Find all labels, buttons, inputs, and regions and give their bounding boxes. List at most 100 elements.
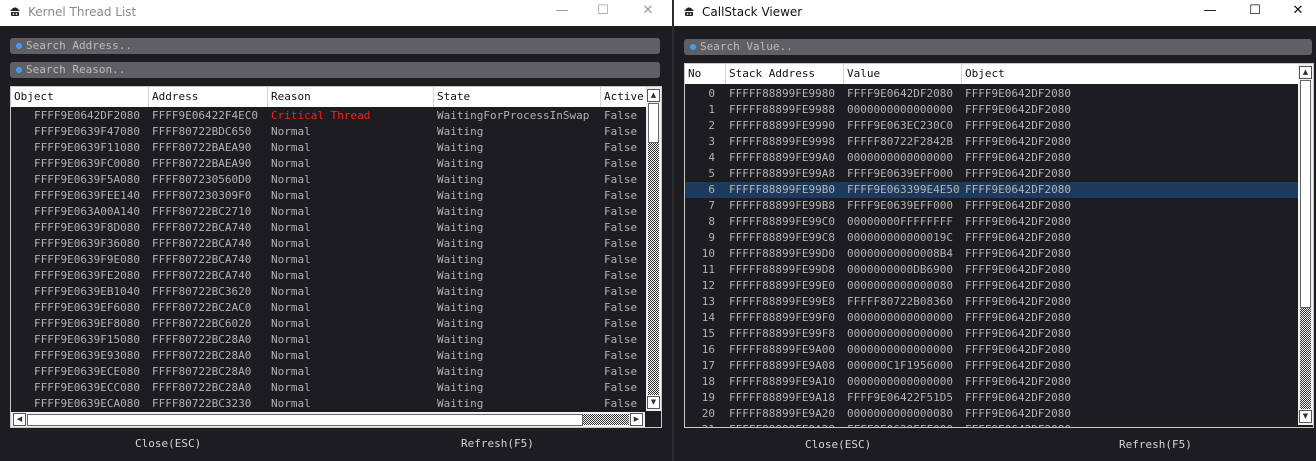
search-reason-input[interactable]: Search Reason.. [10,62,660,78]
scroll-track[interactable] [1300,308,1311,409]
table-row[interactable]: 1 FFFFF88899FE9988 0000000000000000 FFFF9E0… [685,102,1313,118]
vertical-scrollbar[interactable]: ▲ ▼ [1298,64,1313,425]
close-window-button[interactable]: ✕ [628,0,668,24]
cell-no: 9 [708,231,715,244]
table-row[interactable]: FFFF9E0639FC0080 FFFF80722BAEA90 Normal Wai… [11,156,661,172]
cell-object: FFFF9E0639F8D080 [34,221,140,234]
table-row[interactable]: FFFF9E0639ECC080 FFFF80722BC28A0 Normal Wai… [11,380,661,396]
cell-active: False [604,141,638,154]
cell-no: 14 [701,311,715,324]
column-address[interactable]: Address [149,87,268,107]
scroll-down-icon[interactable]: ▼ [1299,410,1312,423]
cell-address: FFFF80722BC28A0 [152,333,252,346]
table-row[interactable]: 2 FFFFF88899FE9990 FFFF9E063EC230C0 FFFF9E0… [685,118,1313,134]
table-row[interactable]: FFFF9E0639F36080 FFFF80722BCA740 Normal Wai… [11,236,661,252]
table-row[interactable]: FFFF9E0642DF2080 FFFF9E06422F4EC0 Critical… [11,108,661,124]
table-row[interactable]: FFFF9E0639ECE080 FFFF80722BC28A0 Normal Wai… [11,364,661,380]
table-row[interactable]: FFFF9E0639F15080 FFFF80722BC28A0 Normal Wai… [11,332,661,348]
column-object[interactable]: Object [962,64,1262,84]
cell-stack-address: FFFFF88899FE99C8 [729,231,835,244]
table-row[interactable]: 11 FFFFF88899FE99D8 0000000000DB6900 FFFF9E… [685,262,1313,278]
cell-active: False [604,221,638,234]
table-row[interactable]: 6 FFFFF88899FE99B0 FFFF9E063399E4E50 FFFF9E… [685,182,1313,198]
scroll-thumb[interactable] [1300,80,1311,308]
column-object[interactable]: Object [11,87,149,107]
table-row[interactable]: FFFF9E0639EF6080 FFFF80722BC2AC0 Normal Wai… [11,300,661,316]
scroll-down-icon[interactable]: ▼ [647,396,660,409]
cell-reason: Normal [271,333,311,346]
close-button[interactable]: Close(ESC) [805,438,871,451]
table-row[interactable]: 20 FFFFF88899FE9A20 0000000000000080 FFFF9E… [685,406,1313,422]
table-row[interactable]: FFFF9E063A00A140 FFFF80722BC2710 Normal Wai… [11,204,661,220]
search-value-input[interactable]: Search Value.. [684,39,1312,55]
table-row[interactable]: FFFF9E0639F47080 FFFF80722BDC650 Normal Wai… [11,124,661,140]
horizontal-scrollbar[interactable]: ◀ ▶ [11,412,645,427]
maximize-button[interactable]: ☐ [1235,0,1275,24]
table-row[interactable]: 7 FFFFF88899FE99B8 FFFF9E0639EFF000 FFFF9E0… [685,198,1313,214]
scroll-track[interactable] [648,143,659,395]
scroll-up-icon[interactable]: ▲ [647,89,660,102]
table-row[interactable]: 9 FFFFF88899FE99C8 000000000000019C FFFF9E0… [685,230,1313,246]
table-row[interactable]: FFFF9E0639F9E080 FFFF80722BCA740 Normal Wai… [11,252,661,268]
table-row[interactable]: 10 FFFFF88899FE99D0 00000000000008B4 FFFF9E… [685,246,1313,262]
table-row[interactable]: 8 FFFFF88899FE99C0 00000000FFFFFFFF FFFF9E0… [685,214,1313,230]
table-row[interactable]: FFFF9E0639F5A080 FFFF807230560D0 Normal Wai… [11,172,661,188]
table-row[interactable]: FFFF9E0639F8D080 FFFF80722BCA740 Normal Wai… [11,220,661,236]
table-row[interactable]: FFFF9E0639E93080 FFFF80722BC28A0 Normal Wai… [11,348,661,364]
table-row[interactable]: 16 FFFFF88899FE9A00 0000000000000000 FFFF9E… [685,342,1313,358]
table-row[interactable]: FFFF9E0639ECA080 FFFF80722BC3230 Normal Wai… [11,396,661,412]
table-row[interactable]: 17 FFFFF88899FE9A08 000000C1F1956000 FFFF9E… [685,358,1313,374]
minimize-button[interactable]: — [1190,0,1230,24]
table-row[interactable]: FFFF9E0639EF8080 FFFF80722BC6020 Normal Wai… [11,316,661,332]
table-row[interactable]: 4 FFFFF88899FE99A0 0000000000000000 FFFF9E0… [685,150,1313,166]
table-row[interactable]: 12 FFFFF88899FE99E0 0000000000000080 FFFF9E… [685,278,1313,294]
app-icon [10,7,20,16]
table-row[interactable]: 0 FFFFF88899FE9980 FFFF9E0642DF2080 FFFF9E0… [685,86,1313,102]
minimize-button[interactable]: — [542,0,582,24]
hscroll-thumb[interactable] [27,414,583,426]
title-bar: CallStack Viewer — ☐ ✕ [674,0,1316,26]
scroll-up-icon[interactable]: ▲ [1299,66,1312,79]
table-row[interactable]: 18 FFFFF88899FE9A10 0000000000000000 FFFF9E… [685,374,1313,390]
scroll-thumb[interactable] [648,103,659,143]
cell-state: Waiting [437,253,484,266]
table-row[interactable]: FFFF9E0639EB1040 FFFF80722BC3620 Normal Wai… [11,284,661,300]
table-row[interactable]: FFFF9E0639FE2080 FFFF80722BCA740 Normal Wai… [11,268,661,284]
table-row[interactable]: 3 FFFFF88899FE9998 FFFFF80722F2842B FFFF9E0… [685,134,1313,150]
cell-state: Waiting [437,125,484,138]
hscroll-track[interactable] [583,414,629,425]
cell-object: FFFF9E0639F11080 [34,141,140,154]
column-stack-address[interactable]: Stack Address [726,64,844,84]
cell-object: FFFF9E0639ECE080 [34,365,140,378]
scroll-left-icon[interactable]: ◀ [13,413,26,426]
table-row[interactable]: FFFF9E0639FEE140 FFFF807230309F0 Normal Wai… [11,188,661,204]
cell-reason: Normal [271,189,311,202]
cell-reason: Normal [271,237,311,250]
close-window-button[interactable]: ✕ [1278,0,1316,24]
table-row[interactable]: 21 FFFFF88899FE9A28 FFFF9E0639EFF000 FFFF9E… [685,422,1313,427]
table-row[interactable]: FFFF9E0639F11080 FFFF80722BAEA90 Normal Wai… [11,140,661,156]
cell-object: FFFF9E0642DF2080 [965,375,1071,388]
cell-object: FFFF9E0639FC0080 [34,157,140,170]
refresh-button[interactable]: Refresh(F5) [461,437,534,450]
column-state[interactable]: State [434,87,601,107]
search-address-placeholder: Search Address.. [26,39,132,52]
cell-address: FFFF80722BAEA90 [152,157,252,170]
cell-reason: Normal [271,221,311,234]
table-row[interactable]: 15 FFFFF88899FE99F8 0000000000000000 FFFF9E… [685,326,1313,342]
cell-object: FFFF9E0642DF2080 [965,167,1071,180]
table-row[interactable]: 14 FFFFF88899FE99F0 0000000000000000 FFFF9E… [685,310,1313,326]
vertical-scrollbar[interactable]: ▲ ▼ [646,87,661,411]
column-active[interactable]: Active [601,87,645,107]
scroll-right-icon[interactable]: ▶ [630,413,643,426]
table-row[interactable]: 5 FFFFF88899FE99A8 FFFF9E0639EFF000 FFFF9E0… [685,166,1313,182]
table-row[interactable]: 19 FFFFF88899FE9A18 FFFF9E06422F51D5 FFFF9E… [685,390,1313,406]
close-button[interactable]: Close(ESC) [135,437,201,450]
column-value[interactable]: Value [844,64,962,84]
table-row[interactable]: 13 FFFFF88899FE99E8 FFFFF80722B08360 FFFF9E… [685,294,1313,310]
cell-active: False [604,269,638,282]
search-address-input[interactable]: Search Address.. [10,38,660,54]
column-no[interactable]: No [685,64,726,84]
maximize-button[interactable]: ☐ [583,0,623,24]
refresh-button[interactable]: Refresh(F5) [1119,438,1192,451]
